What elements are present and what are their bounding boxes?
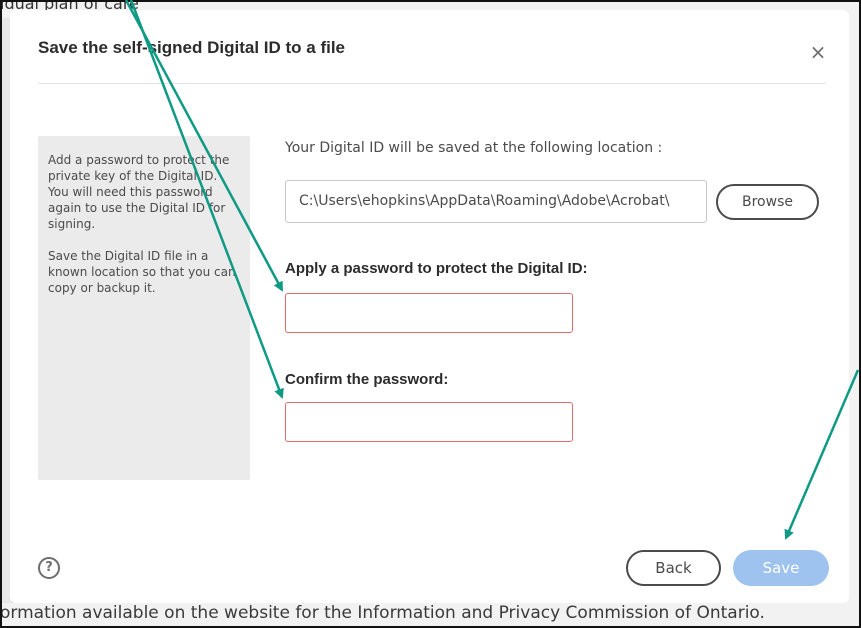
- back-button[interactable]: Back: [626, 550, 721, 586]
- save-digital-id-dialog: Save the self-signed Digital ID to a fil…: [10, 10, 849, 603]
- save-button[interactable]: Save: [733, 550, 829, 586]
- help-text: Add a password to protect the private ke…: [48, 152, 238, 312]
- save-path-field[interactable]: C:\Users\ehopkins\AppData\Roaming\Adobe\…: [285, 180, 707, 223]
- title-divider: [38, 83, 826, 84]
- background-bottom-text: ormation available on the website for th…: [0, 603, 765, 623]
- password-input[interactable]: [285, 293, 573, 333]
- help-paragraph-password: Add a password to protect the private ke…: [48, 153, 230, 231]
- dialog-title: Save the self-signed Digital ID to a fil…: [38, 38, 346, 57]
- save-location-label: Your Digital ID will be saved at the fol…: [285, 140, 663, 156]
- help-panel: Add a password to protect the private ke…: [38, 136, 250, 480]
- close-icon[interactable]: ×: [806, 40, 830, 64]
- help-circle-icon[interactable]: ?: [38, 557, 60, 579]
- browse-button[interactable]: Browse: [716, 184, 819, 220]
- password-label: Apply a password to protect the Digital …: [285, 260, 588, 277]
- confirm-password-input[interactable]: [285, 402, 573, 442]
- confirm-password-label: Confirm the password:: [285, 371, 449, 388]
- help-paragraph-location: Save the Digital ID file in a known loca…: [48, 249, 236, 295]
